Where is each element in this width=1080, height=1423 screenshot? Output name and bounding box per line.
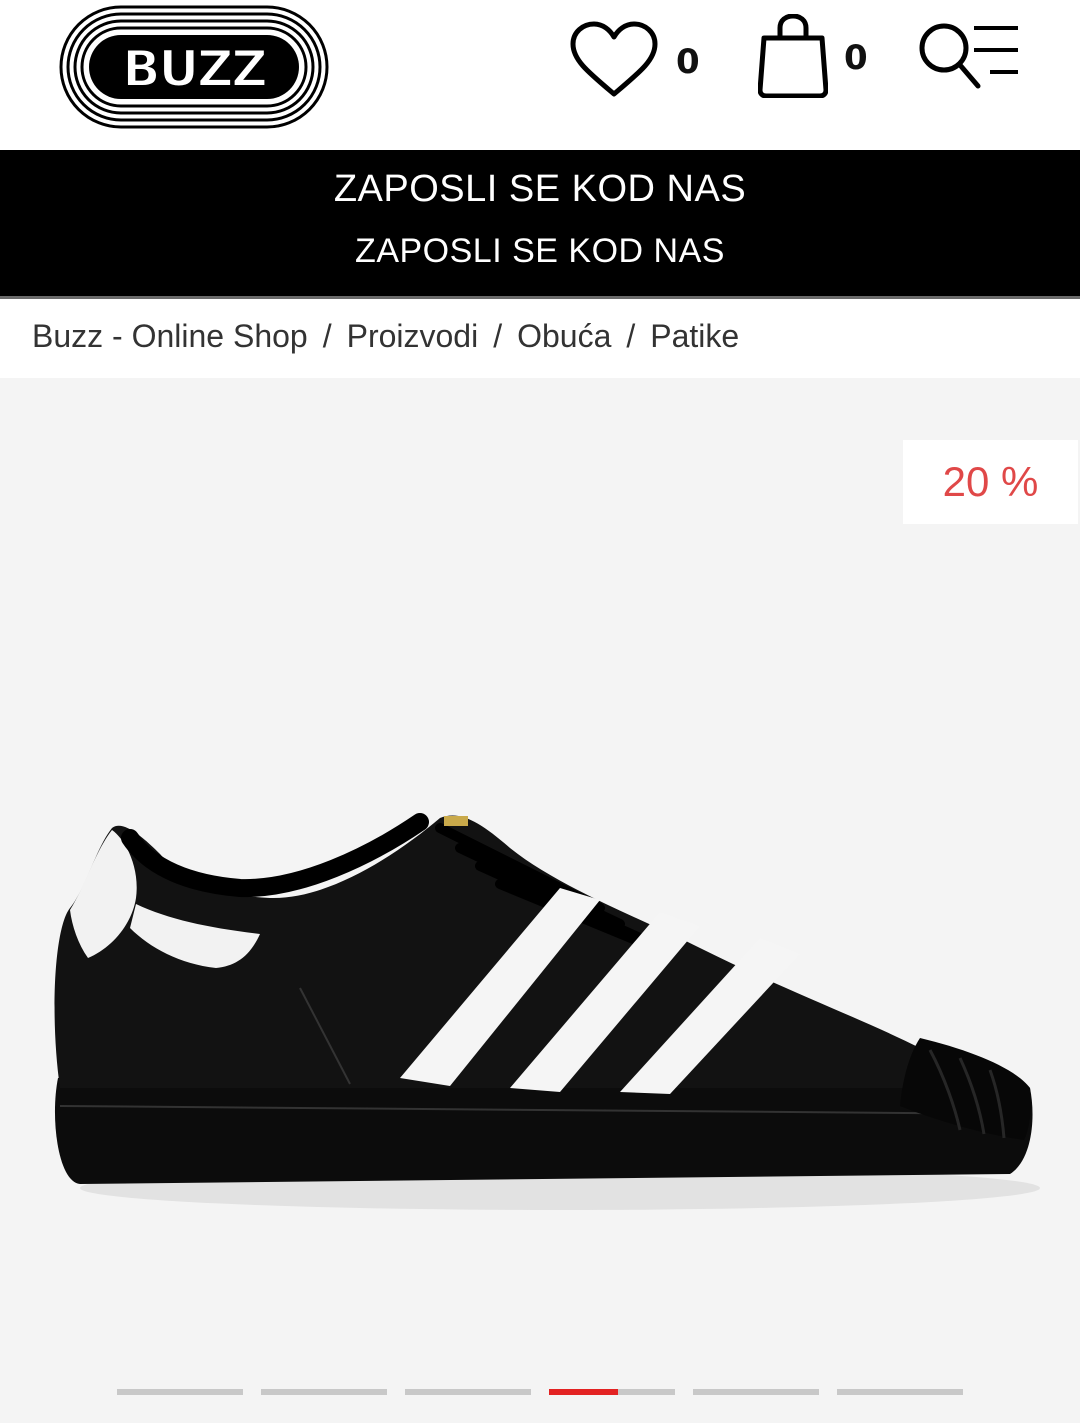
gallery-dot-2[interactable] <box>261 1389 387 1395</box>
breadcrumb-products[interactable]: Proizvodi <box>347 318 479 355</box>
product-gallery[interactable]: 20 % <box>0 378 1080 1423</box>
breadcrumb-separator: / <box>493 318 503 354</box>
gallery-dot-5[interactable] <box>693 1389 819 1395</box>
gallery-dot-6[interactable] <box>837 1389 963 1395</box>
promo-banner[interactable]: ZAPOSLI SE KOD NAS ZAPOSLI SE KOD NAS <box>0 150 1080 296</box>
site-header: BUZZ 0 0 <box>0 0 1080 150</box>
wishlist-count: 0 <box>676 42 700 82</box>
gallery-pagination <box>0 1389 1080 1399</box>
breadcrumb-sneakers[interactable]: Patike <box>650 318 739 355</box>
search-menu-icon <box>916 20 1026 97</box>
sneaker-icon <box>54 813 1040 1210</box>
gallery-dot-3[interactable] <box>405 1389 531 1395</box>
buzz-logo[interactable]: BUZZ <box>58 4 330 130</box>
product-image[interactable] <box>40 788 1040 1228</box>
wishlist-button[interactable]: 0 <box>568 20 700 105</box>
gallery-dot-4[interactable] <box>549 1389 675 1395</box>
logo-text: BUZZ <box>122 40 266 98</box>
banner-line-2: ZAPOSLI SE KOD NAS <box>355 232 725 270</box>
banner-divider <box>0 296 1080 299</box>
gallery-dot-1[interactable] <box>117 1389 243 1395</box>
breadcrumb-footwear[interactable]: Obuća <box>517 318 611 355</box>
cart-button[interactable]: 0 <box>757 12 868 103</box>
breadcrumb-separator: / <box>322 318 332 354</box>
discount-badge: 20 % <box>903 440 1078 524</box>
gallery-dot-progress <box>549 1389 619 1395</box>
breadcrumb: Buzz - Online Shop / Proizvodi / Obuća /… <box>32 318 739 355</box>
search-menu-button[interactable] <box>916 22 1026 94</box>
shopping-bag-icon <box>757 12 829 103</box>
breadcrumb-home[interactable]: Buzz - Online Shop <box>32 318 308 355</box>
cart-count: 0 <box>844 38 868 78</box>
banner-line-1: ZAPOSLI SE KOD NAS <box>333 168 747 210</box>
heart-icon <box>568 20 660 105</box>
breadcrumb-separator: / <box>626 318 636 354</box>
